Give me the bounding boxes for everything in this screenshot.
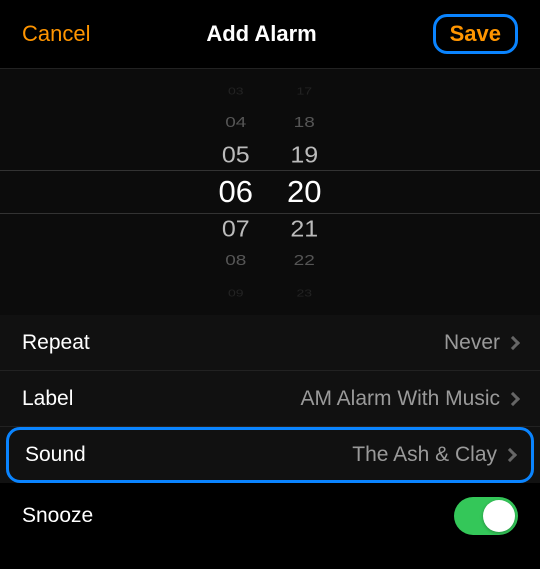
chevron-right-icon	[506, 391, 520, 405]
label-value: AM Alarm With Music	[300, 387, 518, 411]
page-title: Add Alarm	[206, 21, 316, 47]
minute-selected: 20	[287, 171, 321, 213]
snooze-row: Snooze	[0, 483, 540, 549]
hour-selected: 06	[219, 171, 253, 213]
label-label: Label	[22, 387, 73, 411]
sound-row[interactable]: Sound The Ash & Clay	[6, 427, 534, 483]
sound-label: Sound	[25, 443, 86, 467]
toggle-knob	[483, 500, 515, 532]
snooze-label: Snooze	[22, 504, 93, 528]
minute-picker-column[interactable]: 17 18 19 20 21 22 23	[287, 75, 321, 309]
label-row[interactable]: Label AM Alarm With Music	[0, 371, 540, 427]
hour-picker-column[interactable]: 03 04 05 06 07 08 09	[219, 75, 253, 309]
repeat-value: Never	[444, 331, 518, 355]
save-button[interactable]: Save	[433, 14, 518, 54]
chevron-right-icon	[503, 448, 517, 462]
sound-value: The Ash & Clay	[352, 443, 515, 467]
repeat-label: Repeat	[22, 331, 90, 355]
chevron-right-icon	[506, 335, 520, 349]
cancel-button[interactable]: Cancel	[22, 19, 90, 49]
settings-list: Repeat Never Label AM Alarm With Music S…	[0, 315, 540, 549]
repeat-row[interactable]: Repeat Never	[0, 315, 540, 371]
add-alarm-screen: Cancel Add Alarm Save 03 04 05 06 07 08 …	[0, 0, 540, 569]
snooze-toggle[interactable]	[454, 497, 518, 535]
header-bar: Cancel Add Alarm Save	[0, 0, 540, 68]
time-picker[interactable]: 03 04 05 06 07 08 09 17 18 19 20 21 22 2…	[0, 68, 540, 315]
